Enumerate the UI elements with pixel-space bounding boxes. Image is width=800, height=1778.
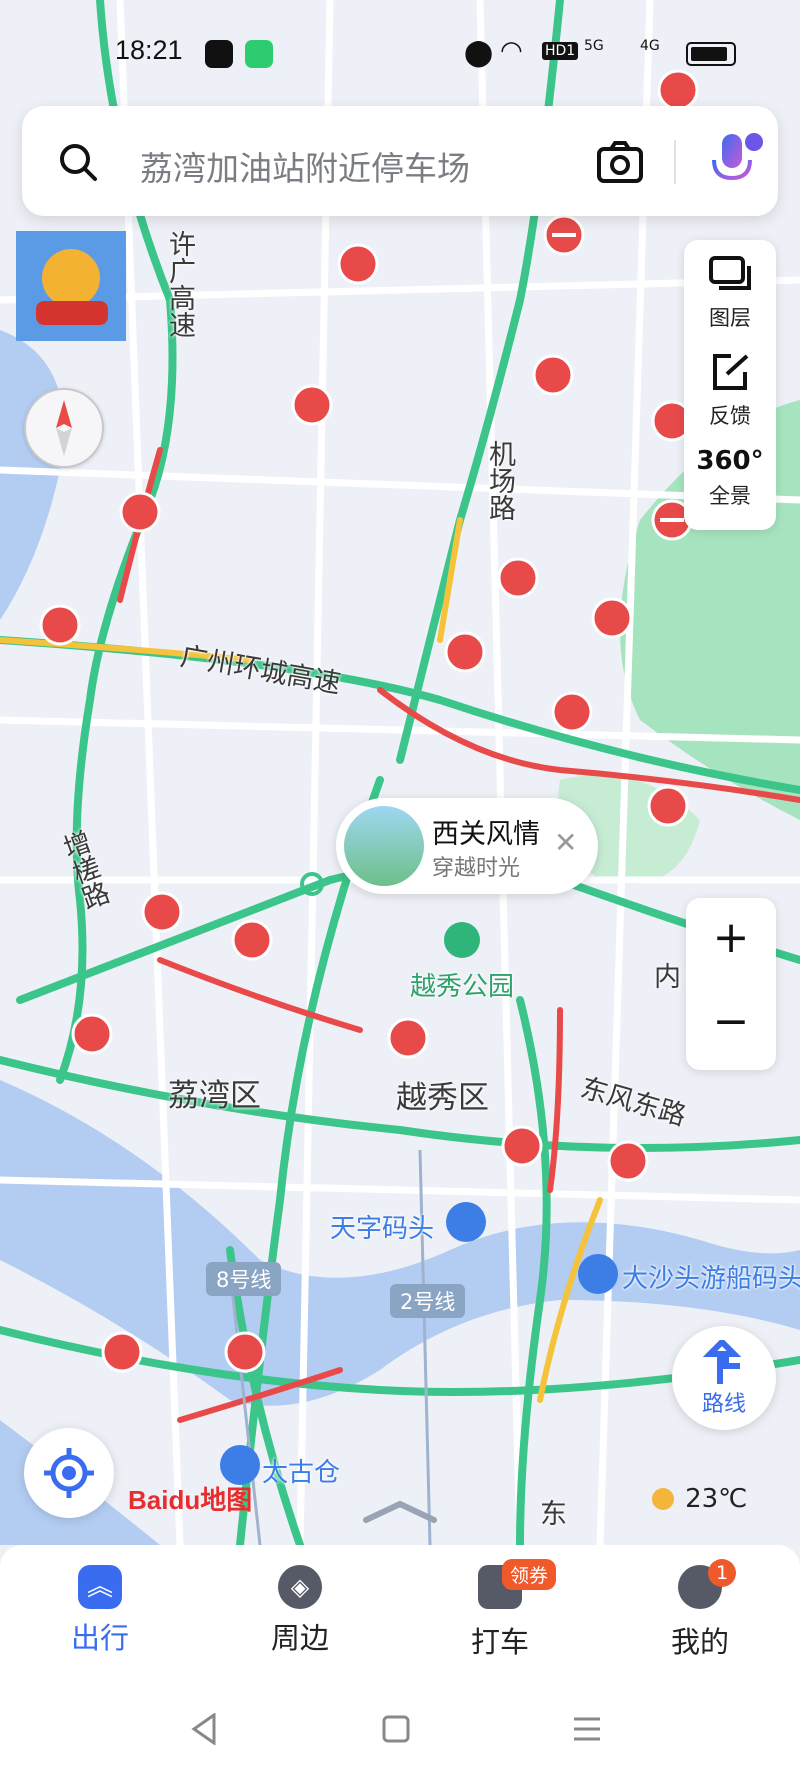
signal-4g: 4G bbox=[640, 38, 660, 54]
feedback-label: 反馈 bbox=[709, 404, 751, 428]
label-dong: 东 bbox=[540, 1499, 567, 1530]
sun-icon bbox=[652, 1488, 674, 1510]
locate-icon bbox=[44, 1448, 94, 1498]
location-icon: ⬤ bbox=[464, 38, 494, 68]
camera-icon[interactable] bbox=[596, 140, 644, 184]
notification-badge: 1 bbox=[708, 1559, 736, 1587]
search-bar[interactable]: 荔湾加油站附近停车场 bbox=[22, 106, 778, 216]
panorama-button[interactable]: 360° 全景 bbox=[684, 446, 776, 510]
label-nei: 内 bbox=[654, 962, 681, 993]
search-icon bbox=[60, 144, 97, 181]
poi-title: 西关风情 bbox=[432, 819, 540, 850]
label-liwan: 荔湾区 bbox=[168, 1078, 261, 1114]
coupon-badge: 领券 bbox=[502, 1559, 557, 1590]
feedback-icon bbox=[713, 354, 749, 390]
microphone-icon[interactable] bbox=[706, 130, 764, 194]
home-icon[interactable] bbox=[382, 1715, 410, 1743]
panorama-label: 全景 bbox=[709, 484, 751, 508]
route-label: 路线 bbox=[701, 1392, 746, 1417]
back-icon[interactable] bbox=[190, 1713, 218, 1745]
nav-profile[interactable]: 1 我的 bbox=[630, 1559, 770, 1661]
menu-icon[interactable] bbox=[572, 1715, 602, 1743]
avatar[interactable] bbox=[16, 231, 126, 341]
metro-line-8: 8号线 bbox=[206, 1262, 282, 1296]
panorama-icon: 360° bbox=[696, 446, 764, 476]
bottom-nav: ︽ 出行 ◈ 周边 领券 打车 1 我的 bbox=[0, 1545, 800, 1778]
divider bbox=[674, 140, 676, 184]
nav-nearby-label: 周边 bbox=[270, 1621, 329, 1655]
layers-button[interactable]: 图层 bbox=[684, 254, 776, 332]
label-yuexiu-park[interactable]: 越秀公园 bbox=[410, 966, 514, 1003]
label-dashatou[interactable]: 大沙头游船码头 bbox=[622, 1258, 800, 1295]
nav-travel[interactable]: ︽ 出行 bbox=[30, 1565, 170, 1657]
zoom-control: + − bbox=[686, 898, 776, 1070]
close-icon[interactable]: ✕ bbox=[554, 826, 577, 859]
nav-taxi[interactable]: 领券 打车 bbox=[430, 1559, 570, 1661]
label-tianzi[interactable]: 天字码头 bbox=[330, 1208, 434, 1245]
label-taigucang[interactable]: 太古仓 bbox=[262, 1452, 340, 1489]
baidu-map-logo: Baidu地图 bbox=[128, 1485, 253, 1515]
travel-icon: ︽ bbox=[78, 1565, 122, 1609]
compass-icon: ◈ bbox=[278, 1565, 322, 1609]
battery-icon bbox=[686, 42, 736, 66]
layers-icon bbox=[709, 256, 751, 290]
weather-widget[interactable]: 23℃ bbox=[652, 1484, 747, 1514]
tiktok-icon bbox=[205, 40, 233, 68]
status-time: 18:21 bbox=[115, 35, 183, 65]
label-yuexiu: 越秀区 bbox=[396, 1080, 489, 1116]
poi-thumbnail bbox=[344, 806, 424, 886]
chevron-up-icon[interactable] bbox=[362, 1500, 438, 1524]
compass-button[interactable] bbox=[24, 388, 104, 468]
nav-profile-label: 我的 bbox=[670, 1625, 729, 1659]
zoom-out-button[interactable]: − bbox=[686, 996, 776, 1047]
metro-line-2: 2号线 bbox=[390, 1284, 466, 1318]
nav-travel-label: 出行 bbox=[70, 1621, 129, 1655]
poi-bubble[interactable]: 西关风情 穿越时光 ✕ bbox=[336, 798, 598, 894]
label-xuguang: 许广高速 bbox=[164, 230, 195, 338]
signal-5g: 5G bbox=[584, 38, 604, 54]
label-jichang: 机场路 bbox=[484, 440, 515, 521]
status-bar: 18:21 ⬤ ◠ HD1 5G 4G bbox=[0, 0, 800, 100]
search-placeholder[interactable]: 荔湾加油站附近停车场 bbox=[140, 142, 470, 190]
poi-subtitle: 穿越时光 bbox=[432, 856, 521, 881]
route-arrow-icon bbox=[702, 1337, 742, 1384]
nav-taxi-label: 打车 bbox=[470, 1625, 529, 1659]
wifi-icon: ◠ bbox=[500, 36, 523, 66]
weather-temp: 23℃ bbox=[685, 1484, 748, 1514]
feedback-button[interactable]: 反馈 bbox=[684, 352, 776, 430]
compass-needle-icon bbox=[56, 400, 72, 456]
map-tools-panel: 图层 反馈 360° 全景 bbox=[684, 240, 776, 530]
nav-nearby[interactable]: ◈ 周边 bbox=[230, 1565, 370, 1657]
mascot-icon bbox=[42, 249, 100, 307]
route-button[interactable]: 路线 bbox=[672, 1326, 776, 1430]
layers-label: 图层 bbox=[709, 306, 751, 330]
phone-icon bbox=[245, 40, 273, 68]
hd-badge: HD1 bbox=[542, 42, 579, 60]
zoom-in-button[interactable]: + bbox=[686, 912, 776, 963]
locate-button[interactable] bbox=[24, 1428, 114, 1518]
